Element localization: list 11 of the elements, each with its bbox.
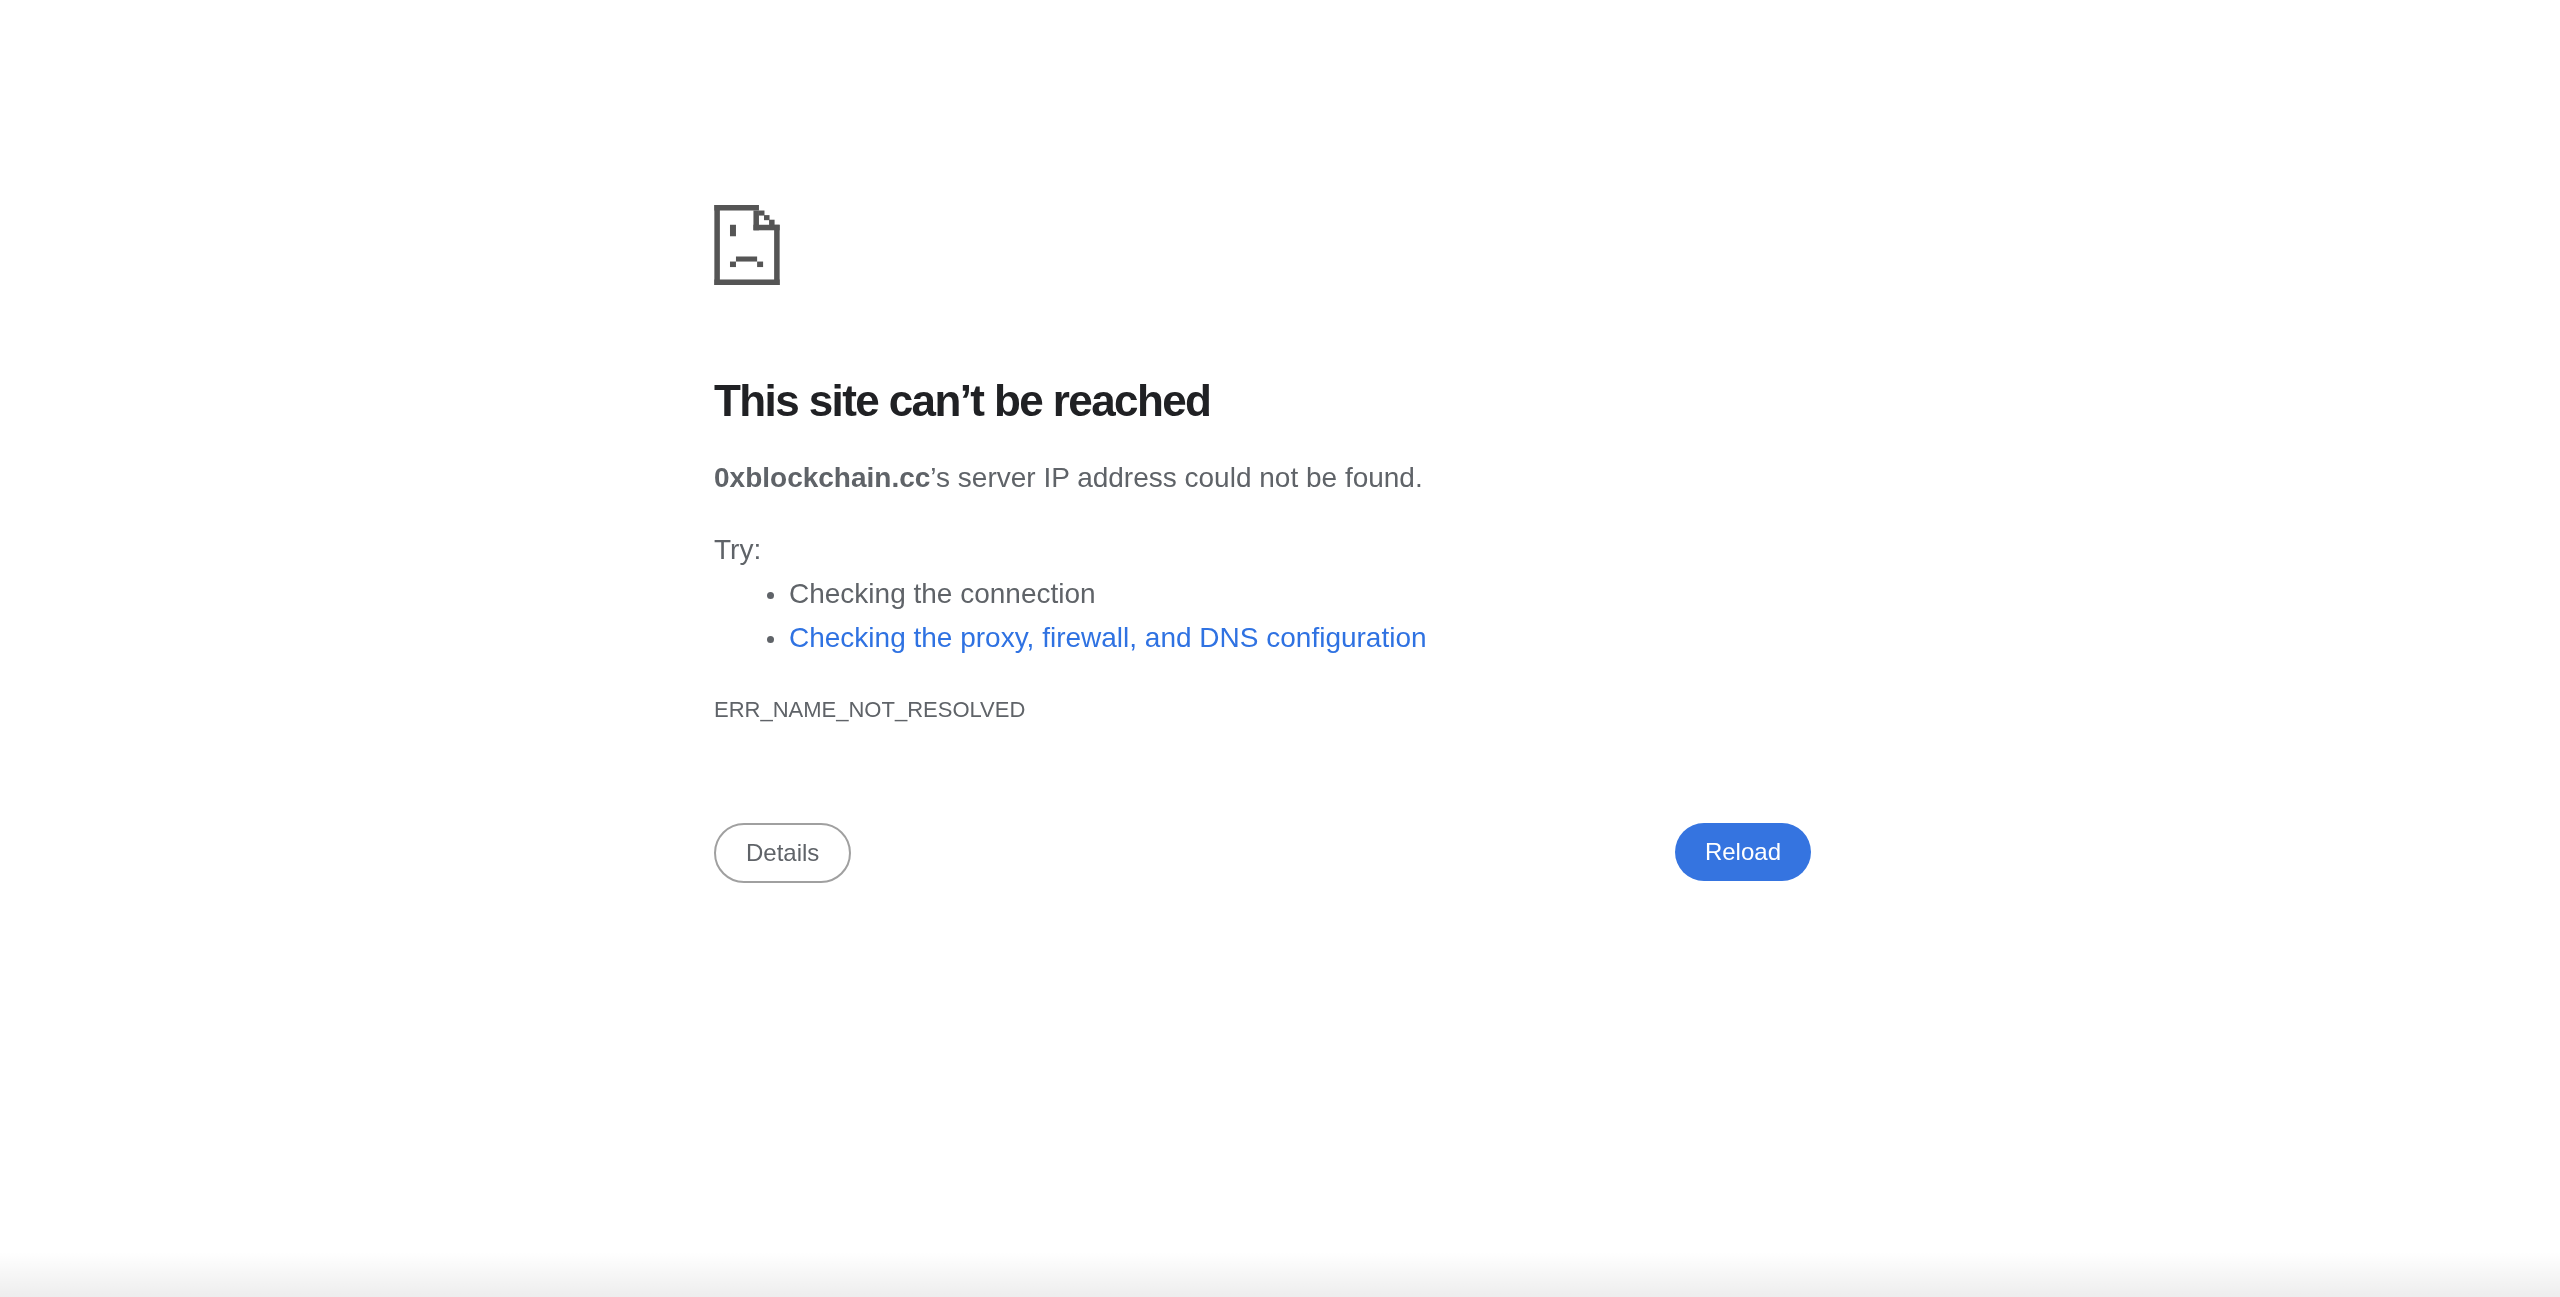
proxy-config-link[interactable]: Checking the proxy, firewall, and DNS configuration xyxy=(789,616,1427,660)
suggestion-text: Checking the connection xyxy=(789,577,1096,611)
sad-document-icon xyxy=(714,205,780,285)
bullet-icon xyxy=(767,591,774,599)
bullet-icon xyxy=(767,635,774,643)
suggestions-heading: Try: xyxy=(714,533,762,567)
page-title: This site can’t be reached xyxy=(714,375,1211,427)
error-summary: 0xblockchain.cc’s server IP address could not be found. xyxy=(714,461,1423,495)
details-button[interactable]: Details xyxy=(714,823,852,883)
reload-button[interactable]: Reload xyxy=(1674,823,1811,881)
error-code: ERR_NAME_NOT_RESOLVED xyxy=(714,696,1026,724)
